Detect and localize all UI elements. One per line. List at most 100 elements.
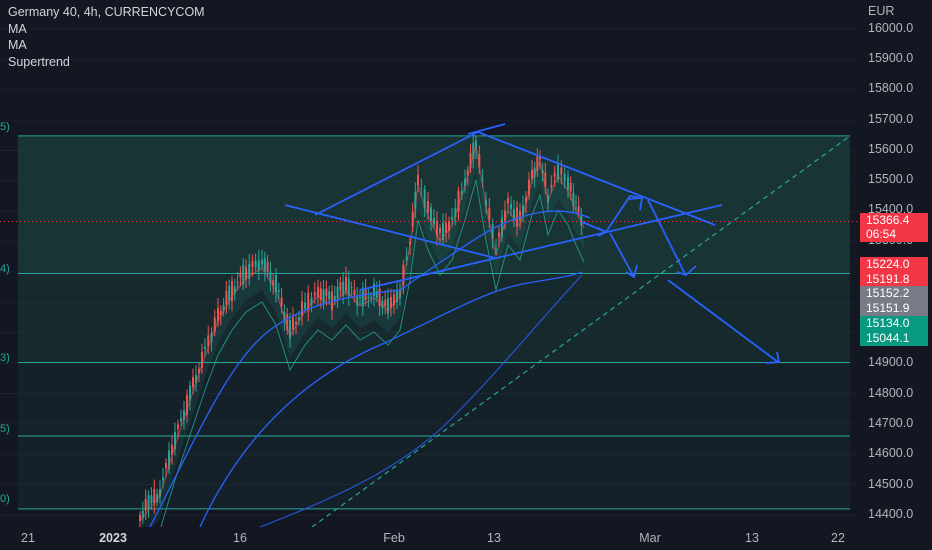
candle-body — [162, 477, 164, 481]
candle-body — [445, 222, 447, 233]
candle-body — [192, 377, 194, 388]
candle-body — [569, 182, 572, 192]
price-tag-15044: 15044.1 — [860, 331, 928, 346]
price-tick: 15600.0 — [868, 142, 914, 156]
time-tick: 13 — [487, 531, 501, 545]
candle-body — [373, 283, 375, 297]
candle-body — [427, 201, 429, 213]
candle-body — [367, 297, 370, 299]
candle-body — [339, 282, 342, 291]
candle-body — [228, 285, 231, 301]
candle-body — [225, 291, 228, 305]
price-tag-15151-9: 15151.9 — [860, 301, 928, 316]
price-tick: 15800.0 — [868, 81, 914, 95]
fib-zone-upper — [18, 135, 850, 274]
price-tag-15134: 15134.0 — [860, 316, 928, 331]
price-tick: 14400.0 — [868, 507, 914, 521]
candle-body — [498, 232, 500, 237]
candle-body — [575, 201, 577, 203]
candle-body — [277, 290, 280, 292]
price-axis[interactable]: EUR 16000.0 15900.0 15800.0 15700.0 1560… — [858, 0, 932, 550]
candle-body — [577, 206, 580, 213]
indicator-ma-2[interactable]: MA — [8, 37, 205, 54]
candle-body — [384, 299, 387, 307]
candle-body — [439, 228, 441, 234]
left-level-label-4: 5) — [0, 423, 10, 435]
price-tick: 16000.0 — [868, 21, 914, 35]
candle-body — [266, 262, 269, 272]
fib-zone-middle — [18, 273, 850, 363]
time-tick: 16 — [233, 531, 247, 545]
candle-body — [257, 260, 260, 271]
candle-body — [304, 302, 306, 309]
candle-body — [433, 218, 435, 225]
candle-body — [531, 169, 533, 180]
price-tag-15191: 15191.8 — [860, 272, 928, 287]
candle-body — [144, 498, 147, 511]
price-tag-15152-2: 15152.2 — [860, 286, 928, 301]
candle-body — [567, 177, 569, 190]
candle-body — [345, 276, 347, 291]
time-tick-month: Feb — [383, 531, 405, 545]
candle-body — [328, 291, 331, 300]
time-tick-month: Mar — [639, 531, 661, 545]
candle-body — [430, 207, 432, 222]
candle-body — [325, 288, 328, 296]
candle-body — [313, 292, 316, 296]
candle-body — [420, 187, 423, 189]
currency-label[interactable]: EUR — [868, 4, 894, 18]
price-tick: 14600.0 — [868, 446, 914, 460]
time-tick-year: 2023 — [99, 531, 127, 545]
candle-body — [292, 317, 294, 330]
candle-body — [177, 424, 179, 429]
candle-body — [495, 248, 497, 250]
candle-body — [295, 321, 297, 324]
candle-body — [280, 297, 283, 307]
indicator-ma-1[interactable]: MA — [8, 21, 205, 38]
candle-body — [516, 207, 518, 228]
candle-body — [359, 297, 361, 299]
candle-body — [553, 172, 556, 177]
candle-body — [370, 296, 373, 299]
candle-body — [204, 346, 206, 349]
bar-countdown-tag: 06:54 — [860, 227, 928, 242]
time-tick: 22 — [831, 531, 845, 545]
candle-body — [147, 495, 150, 510]
left-level-label-3: 3) — [0, 352, 10, 364]
symbol-title[interactable]: Germany 40, 4h, CURRENCYCOM — [8, 4, 205, 21]
candle-body — [417, 174, 419, 186]
last-price-tag: 15366.4 — [860, 213, 928, 228]
candle-body — [350, 286, 353, 289]
candle-body — [153, 489, 156, 504]
candle-body — [563, 173, 566, 182]
left-level-label-1: 5) — [0, 121, 10, 133]
price-chart[interactable] — [0, 0, 858, 550]
candle-body — [180, 418, 182, 422]
candle-body — [550, 185, 553, 188]
indicator-supertrend[interactable]: Supertrend — [8, 54, 205, 71]
left-level-label-2: 4) — [0, 263, 10, 275]
candle-body — [261, 259, 263, 265]
time-tick: 13 — [745, 531, 759, 545]
pattern-peak-tick — [467, 123, 506, 135]
candle-body — [150, 495, 153, 503]
candle-body — [336, 286, 339, 299]
candle-body — [239, 272, 242, 278]
candle-body — [507, 198, 509, 204]
time-axis[interactable]: 21 2023 16 Feb 13 Mar 13 22 — [0, 527, 858, 550]
candle-body — [510, 204, 512, 210]
price-tick: 15500.0 — [868, 172, 914, 186]
price-tick: 15900.0 — [868, 51, 914, 65]
chart-area[interactable]: Germany 40, 4h, CURRENCYCOM MA MA Supert… — [0, 0, 858, 550]
candle-body — [263, 258, 266, 272]
price-tick: 14800.0 — [868, 386, 914, 400]
candle-body — [165, 463, 167, 469]
candle-body — [560, 167, 563, 175]
time-tick: 21 — [21, 531, 35, 545]
candle-body — [251, 260, 254, 267]
price-tick: 14500.0 — [868, 477, 914, 491]
left-level-label-5: 0) — [0, 493, 10, 505]
price-tag-15224: 15224.0 — [860, 257, 928, 272]
price-tick: 14900.0 — [868, 355, 914, 369]
candle-body — [375, 291, 378, 298]
